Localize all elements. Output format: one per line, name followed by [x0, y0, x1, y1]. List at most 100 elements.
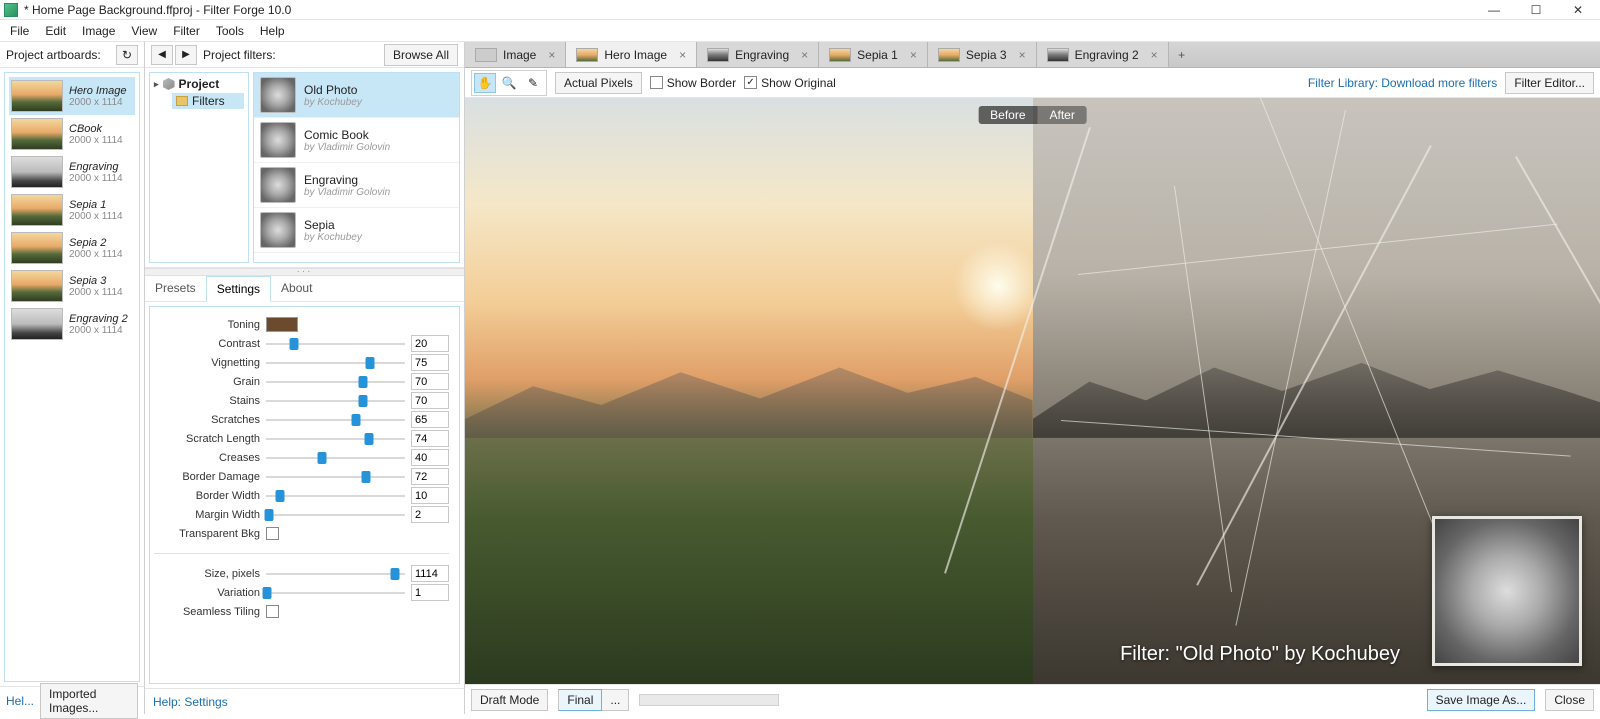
- panel-splitter[interactable]: [145, 268, 464, 276]
- zoom-tool[interactable]: 🔍: [498, 73, 520, 93]
- artboards-list[interactable]: Hero Image 2000 x 1114 CBook 2000 x 1114…: [4, 72, 140, 682]
- document-tab[interactable]: Engraving ×: [697, 42, 819, 67]
- hand-tool[interactable]: ✋: [474, 73, 496, 93]
- filter-tree[interactable]: ▸Project Filters: [149, 72, 249, 263]
- close-icon[interactable]: ×: [548, 48, 555, 62]
- doc-thumb: [1047, 48, 1069, 62]
- nav-back-button[interactable]: ◀: [151, 45, 173, 65]
- close-icon[interactable]: ×: [910, 48, 917, 62]
- tab-about[interactable]: About: [271, 276, 322, 301]
- document-tab[interactable]: Engraving 2 ×: [1037, 42, 1169, 67]
- picker-tool[interactable]: ✎: [522, 73, 544, 93]
- settings-scroll[interactable]: Toning Contrast Vignetting Grain Stains …: [149, 306, 460, 684]
- slider[interactable]: [266, 451, 405, 465]
- menu-help[interactable]: Help: [254, 22, 291, 40]
- document-tab[interactable]: Hero Image ×: [566, 42, 697, 67]
- value-input[interactable]: [411, 565, 449, 582]
- value-input[interactable]: [411, 584, 449, 601]
- value-input[interactable]: [411, 373, 449, 390]
- document-tab[interactable]: Sepia 3 ×: [928, 42, 1037, 67]
- close-button[interactable]: ✕: [1566, 3, 1590, 17]
- doc-thumb: [475, 48, 497, 62]
- zoom-icon: 🔍: [502, 76, 517, 90]
- tab-presets[interactable]: Presets: [145, 276, 206, 301]
- maximize-button[interactable]: ☐: [1524, 3, 1548, 17]
- slider[interactable]: [266, 470, 405, 484]
- value-input[interactable]: [411, 468, 449, 485]
- tab-settings[interactable]: Settings: [206, 276, 271, 302]
- menu-tools[interactable]: Tools: [210, 22, 250, 40]
- filter-list[interactable]: Old Photo by Kochubey Comic Book by Vlad…: [253, 72, 460, 263]
- value-input[interactable]: [411, 506, 449, 523]
- slider[interactable]: [266, 489, 405, 503]
- show-original-checkbox[interactable]: ✓ Show Original: [744, 76, 836, 90]
- actual-pixels-button[interactable]: Actual Pixels: [555, 72, 642, 94]
- value-input[interactable]: [411, 430, 449, 447]
- filter-item[interactable]: Sepia by Kochubey: [254, 208, 459, 253]
- artboard-item[interactable]: Sepia 1 2000 x 1114: [9, 191, 135, 229]
- setting-label: Scratch Length: [154, 433, 260, 445]
- artboards-help-link[interactable]: Hel...: [6, 694, 34, 708]
- setting-row: Grain: [154, 372, 449, 391]
- slider[interactable]: [266, 394, 405, 408]
- toning-swatch[interactable]: [266, 317, 298, 332]
- slider[interactable]: [266, 508, 405, 522]
- draft-mode-button[interactable]: Draft Mode: [471, 689, 548, 711]
- slider[interactable]: [266, 375, 405, 389]
- menu-view[interactable]: View: [125, 22, 163, 40]
- close-icon[interactable]: ×: [1019, 48, 1026, 62]
- seamless-tiling-checkbox[interactable]: [266, 605, 279, 618]
- new-tab-button[interactable]: +: [1169, 42, 1195, 67]
- menu-filter[interactable]: Filter: [167, 22, 206, 40]
- filter-thumb: [260, 77, 296, 113]
- artboard-item[interactable]: Engraving 2 2000 x 1114: [9, 305, 135, 343]
- title-bar: * Home Page Background.ffproj - Filter F…: [0, 0, 1600, 20]
- value-input[interactable]: [411, 487, 449, 504]
- slider[interactable]: [266, 586, 405, 600]
- filter-item[interactable]: Old Photo by Kochubey: [254, 73, 459, 118]
- filter-library-link[interactable]: Filter Library: Download more filters: [1308, 76, 1497, 90]
- help-settings-link[interactable]: Help: Settings: [145, 688, 464, 714]
- final-button[interactable]: Final: [558, 689, 602, 711]
- value-input[interactable]: [411, 354, 449, 371]
- value-input[interactable]: [411, 449, 449, 466]
- menu-file[interactable]: File: [4, 22, 35, 40]
- slider[interactable]: [266, 356, 405, 370]
- transparent-bkg-checkbox[interactable]: [266, 527, 279, 540]
- close-icon[interactable]: ×: [1151, 48, 1158, 62]
- tree-node-filters[interactable]: Filters: [172, 93, 244, 109]
- document-tab[interactable]: Sepia 1 ×: [819, 42, 928, 67]
- artboard-item[interactable]: Sepia 2 2000 x 1114: [9, 229, 135, 267]
- artboard-item[interactable]: Hero Image 2000 x 1114: [9, 77, 135, 115]
- artboard-item[interactable]: Engraving 2000 x 1114: [9, 153, 135, 191]
- artboard-item[interactable]: Sepia 3 2000 x 1114: [9, 267, 135, 305]
- imported-images-button[interactable]: Imported Images...: [40, 683, 138, 719]
- menu-image[interactable]: Image: [76, 22, 121, 40]
- filter-editor-button[interactable]: Filter Editor...: [1505, 72, 1594, 94]
- minimize-button[interactable]: —: [1482, 3, 1506, 17]
- slider[interactable]: [266, 567, 405, 581]
- nav-forward-button[interactable]: ▶: [175, 45, 197, 65]
- value-input[interactable]: [411, 335, 449, 352]
- save-image-as-button[interactable]: Save Image As...: [1427, 689, 1536, 711]
- menu-edit[interactable]: Edit: [39, 22, 72, 40]
- filter-item[interactable]: Engraving by Vladimir Golovin: [254, 163, 459, 208]
- slider[interactable]: [266, 432, 405, 446]
- close-icon[interactable]: ×: [679, 48, 686, 62]
- preview-canvas[interactable]: Before After Filter: "Old Photo" by Koch…: [465, 98, 1600, 684]
- show-border-checkbox[interactable]: Show Border: [650, 76, 736, 90]
- value-input[interactable]: [411, 411, 449, 428]
- tree-root-project[interactable]: ▸Project: [154, 77, 244, 91]
- slider[interactable]: [266, 337, 405, 351]
- browse-all-button[interactable]: Browse All: [384, 44, 458, 66]
- document-tab[interactable]: Image ×: [465, 42, 566, 67]
- artboards-refresh-button[interactable]: ↻: [116, 45, 138, 65]
- setting-row: Vignetting: [154, 353, 449, 372]
- final-more-button[interactable]: ...: [602, 689, 629, 711]
- artboard-item[interactable]: CBook 2000 x 1114: [9, 115, 135, 153]
- filter-item[interactable]: Comic Book by Vladimir Golovin: [254, 118, 459, 163]
- value-input[interactable]: [411, 392, 449, 409]
- slider[interactable]: [266, 413, 405, 427]
- close-icon[interactable]: ×: [801, 48, 808, 62]
- close-preview-button[interactable]: Close: [1545, 689, 1594, 711]
